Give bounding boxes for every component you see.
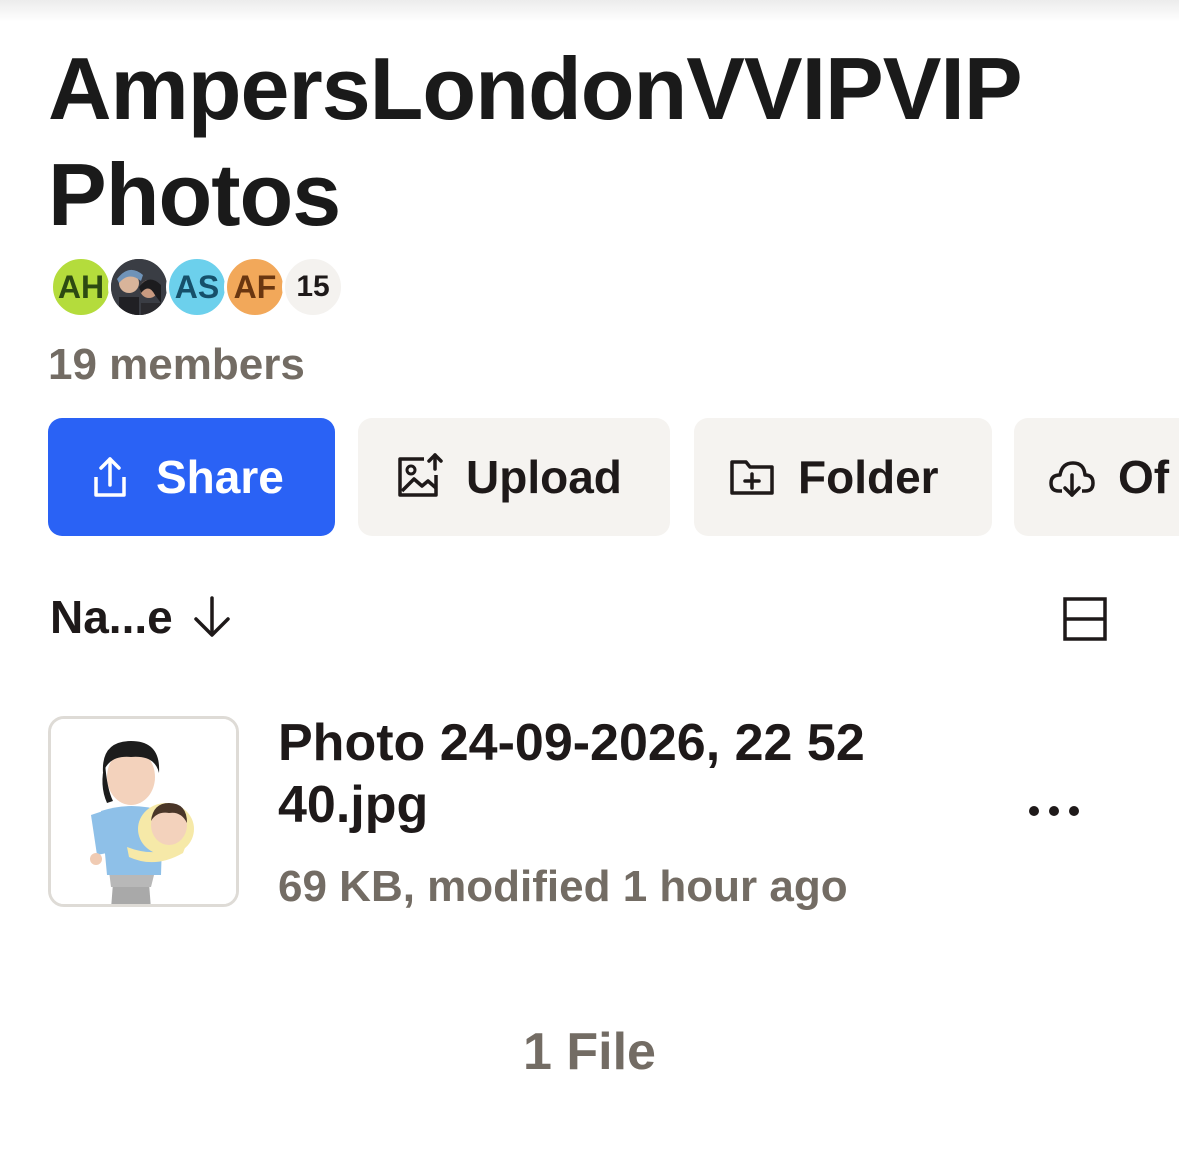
offline-button[interactable]: Of <box>1014 418 1179 536</box>
view-toggle-icon[interactable] <box>1062 596 1108 642</box>
share-button[interactable]: Share <box>48 418 335 536</box>
member-avatars[interactable]: AH AS AF 15 <box>50 256 344 318</box>
avatar-ah[interactable]: AH <box>50 256 112 318</box>
file-meta: 69 KB, modified 1 hour ago <box>278 862 848 911</box>
upload-image-icon <box>398 453 443 497</box>
new-folder-button[interactable]: Folder <box>694 418 992 536</box>
upload-button[interactable]: Upload <box>358 418 670 536</box>
avatar-as[interactable]: AS <box>166 256 228 318</box>
arrow-down-icon <box>193 596 230 637</box>
folder-label: Folder <box>798 451 939 503</box>
cloud-download-icon <box>1049 461 1095 497</box>
top-shadow <box>0 0 1179 22</box>
file-count: 1 File <box>523 1023 656 1081</box>
share-label: Share <box>156 451 284 503</box>
avatar-af[interactable]: AF <box>224 256 286 318</box>
more-options-icon[interactable] <box>1026 796 1082 826</box>
members-count[interactable]: 19 members <box>48 340 305 390</box>
image-thumbnail-icon <box>51 719 236 904</box>
avatar-photo-image <box>111 259 167 315</box>
upload-label: Upload <box>466 451 622 503</box>
file-thumbnail[interactable] <box>48 716 239 907</box>
sort-label: Na...e <box>50 591 173 643</box>
more-members-count[interactable]: 15 <box>282 256 344 318</box>
file-name[interactable]: Photo 24-09-2026, 22 52 40.jpg <box>278 712 918 836</box>
folder-title: AmpersLondonVVIPVIP Photos <box>48 39 1021 244</box>
offline-label: Of <box>1118 451 1170 503</box>
avatar-photo[interactable] <box>108 256 170 318</box>
sort-control[interactable]: Na...e <box>50 590 235 644</box>
folder-plus-icon <box>730 460 774 495</box>
share-icon <box>94 457 126 497</box>
